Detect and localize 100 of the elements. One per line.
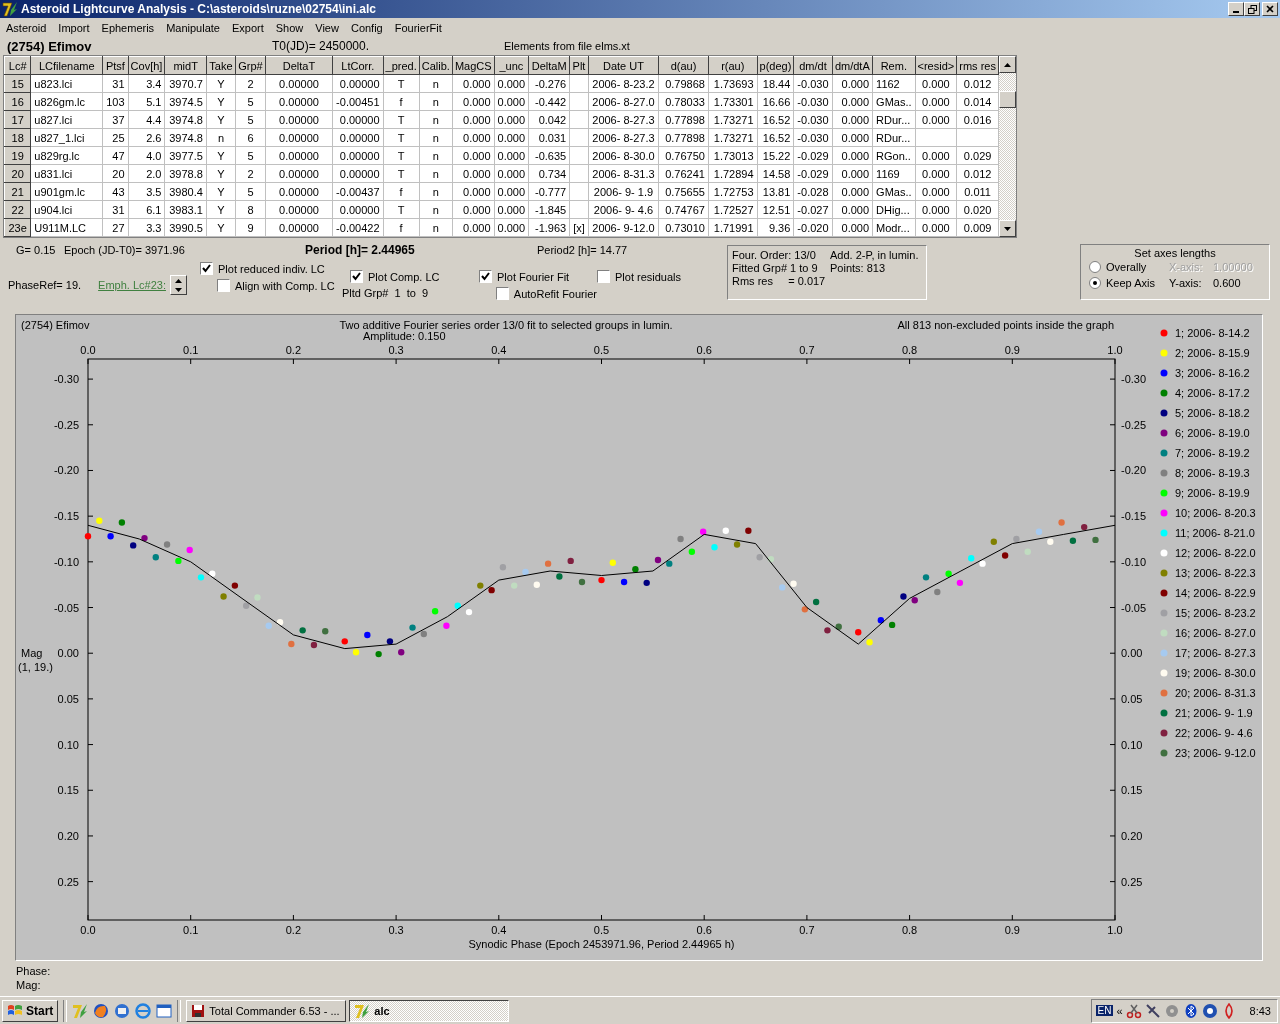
fit-info-text: Add. 2-P, in lumin.	[830, 249, 920, 261]
column-header[interactable]: Grp#	[235, 56, 266, 75]
column-header[interactable]: MagCS	[452, 56, 495, 75]
table-cell: 0.000	[832, 218, 873, 237]
column-header[interactable]: Calib.	[419, 56, 453, 75]
tick-label: -0.25	[1121, 418, 1147, 431]
column-header[interactable]: midT	[164, 56, 207, 75]
column-header[interactable]: <resid>	[915, 56, 957, 75]
tick-label: -0.10	[1121, 555, 1147, 568]
menu-item[interactable]: View	[309, 21, 345, 34]
table-cell: 0.000	[452, 128, 495, 147]
tray-expand[interactable]: «	[1116, 1004, 1123, 1017]
minimize-button[interactable]	[1228, 2, 1244, 16]
phase-readout: Phase:	[16, 965, 52, 977]
column-header[interactable]: Date UT	[588, 56, 659, 75]
table-cell: 0.000	[832, 92, 873, 111]
period2-value: Period2 [h]= 14.77	[537, 244, 628, 256]
table-cell: 0.000	[832, 128, 873, 147]
column-header[interactable]: DeltaT	[265, 56, 333, 75]
tick-label: 0.9	[1004, 344, 1020, 356]
tick-label: 1.0	[1107, 924, 1123, 936]
table-cell: 9.36	[757, 218, 794, 237]
table-cell: 0.00000	[265, 110, 333, 129]
column-header[interactable]: d(au)	[658, 56, 709, 75]
table-cell: Modr...	[872, 218, 916, 237]
column-header[interactable]: LCfilename	[30, 56, 103, 75]
taskbar-button[interactable]: alc	[349, 999, 510, 1022]
fit-info-text: Points: 813	[830, 262, 887, 274]
column-header[interactable]: _pred.	[383, 56, 420, 75]
browser-icon[interactable]	[93, 1002, 110, 1019]
scrollbar[interactable]	[999, 56, 1016, 237]
legend-label: 7; 2006- 8-19.2	[1175, 447, 1250, 459]
column-header[interactable]: Rem.	[872, 56, 916, 75]
mag-readout: Mag:	[16, 979, 42, 991]
checkbox[interactable]	[350, 270, 363, 283]
table-cell: n	[419, 128, 453, 147]
table-cell: 0.00000	[332, 74, 384, 93]
column-header[interactable]: LtCorr.	[332, 56, 384, 75]
scroll-down-button[interactable]	[999, 220, 1016, 237]
table-cell: 0.000	[494, 146, 529, 165]
checkbox[interactable]	[479, 270, 492, 283]
tick-label: 0.20	[1121, 829, 1143, 842]
mail-icon[interactable]	[114, 1002, 131, 1019]
column-header[interactable]: _unc	[494, 56, 529, 75]
window-icon[interactable]	[156, 1002, 173, 1019]
up-arrow-icon	[1004, 62, 1011, 67]
close-button[interactable]	[1262, 2, 1278, 16]
checkbox[interactable]	[496, 287, 509, 300]
column-header[interactable]: Cov[h]	[128, 56, 165, 75]
table-cell: 0.000	[915, 182, 957, 201]
checkbox[interactable]	[200, 262, 213, 275]
column-header[interactable]: r(au)	[708, 56, 758, 75]
scissors-icon[interactable]	[1125, 1002, 1142, 1019]
table-cell: 6.1	[128, 200, 165, 219]
scroll-up-button[interactable]	[999, 56, 1016, 73]
menu-item[interactable]: Asteroid	[0, 21, 53, 34]
scrollbar-thumb[interactable]	[999, 91, 1016, 108]
legend-label: 17; 2006- 8-27.3	[1175, 647, 1256, 659]
table-cell: -0.276	[528, 74, 570, 93]
table-cell: 4.4	[128, 110, 165, 129]
table-cell: 3.3	[128, 218, 165, 237]
column-header[interactable]: Lc#	[4, 56, 31, 75]
table-cell: 0.000	[494, 164, 529, 183]
column-header[interactable]: dm/dtA	[832, 56, 873, 75]
menu-item[interactable]: Config	[344, 21, 389, 34]
language-indicator[interactable]: EN	[1095, 1005, 1114, 1016]
table-cell: 0.00000	[265, 128, 333, 147]
tick-label: 0.05	[57, 692, 79, 705]
taskbar-button[interactable]: Total Commander 6.53 - ...	[186, 999, 347, 1022]
column-header[interactable]: Ptsf	[102, 56, 129, 75]
radio-button[interactable]	[1089, 261, 1101, 273]
globe-icon[interactable]	[135, 1002, 152, 1019]
checkbox-label: AutoRefit Fourier	[513, 287, 597, 300]
table-cell: 3.5	[128, 182, 165, 201]
menu-item[interactable]: FourierFit	[388, 21, 448, 34]
checkbox[interactable]	[217, 279, 230, 292]
column-header[interactable]: Take	[206, 56, 236, 75]
tick-label: 0.15	[1121, 784, 1143, 797]
column-header[interactable]: p(deg)	[757, 56, 794, 75]
restore-button[interactable]	[1244, 2, 1260, 16]
legend-label: 10; 2006- 8-20.3	[1175, 507, 1256, 519]
start-button[interactable]: Start	[2, 999, 59, 1022]
menu-item[interactable]: Ephemeris	[95, 21, 161, 34]
table-cell: U911M.LC	[30, 218, 103, 237]
column-header[interactable]: DeltaM	[528, 56, 570, 75]
menu-item[interactable]: Manipulate	[160, 21, 226, 34]
radio-button[interactable]	[1089, 277, 1101, 289]
menu-item[interactable]: Import	[52, 21, 96, 34]
table-cell: u829rg.lc	[30, 146, 103, 165]
menu-item[interactable]: Show	[269, 21, 310, 34]
table-cell: 0.734	[528, 164, 570, 183]
spinner[interactable]	[169, 275, 187, 295]
table-cell: Y	[206, 74, 236, 93]
column-header[interactable]: dm/dt	[793, 56, 833, 75]
table-cell: 3990.5	[164, 218, 207, 237]
column-header[interactable]: rms res	[956, 56, 999, 75]
fit-info-text: Four. Order: 13/0	[732, 249, 817, 261]
table-cell: T	[383, 164, 420, 183]
menu-item[interactable]: Export	[225, 21, 270, 34]
checkbox[interactable]	[597, 270, 610, 283]
